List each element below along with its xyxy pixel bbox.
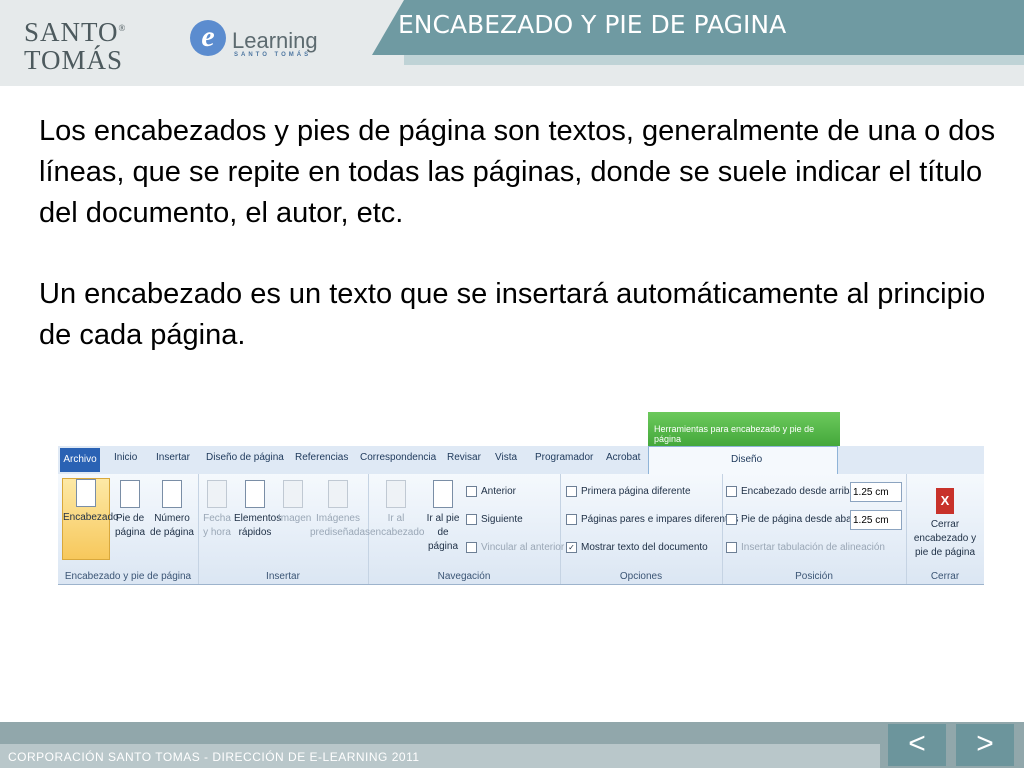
tab-programador[interactable]: Programador xyxy=(535,452,593,463)
tab-acrobat[interactable]: Acrobat xyxy=(606,452,640,463)
e-learning-logo-icon: e xyxy=(190,20,226,56)
quick-parts-icon xyxy=(245,480,265,508)
group-navigation: Ir al encabezado Ir al pie de página Ant… xyxy=(368,474,564,584)
go-to-header-button[interactable]: Ir al encabezado xyxy=(370,480,425,540)
tab-revisar[interactable]: Revisar xyxy=(447,452,481,463)
close-header-footer-button[interactable]: X Cerrar encabezado y pie de página xyxy=(908,488,982,560)
footer-from-bottom-spinner[interactable]: 1.25 cm xyxy=(850,510,902,530)
group-label: Cerrar xyxy=(930,571,960,582)
next-icon xyxy=(466,514,477,525)
group-label: Encabezado y pie de página xyxy=(64,571,192,582)
calendar-icon xyxy=(207,480,227,508)
picture-icon xyxy=(283,480,303,508)
group-label: Insertar xyxy=(266,571,300,582)
clip-art-button[interactable]: Imágenes prediseñadas xyxy=(310,480,370,540)
insert-alignment-tab-button[interactable]: Insertar tabulación de alineación xyxy=(726,542,885,553)
ribbon-panel: Encabezado Pie de página Número de págin… xyxy=(58,474,984,585)
header-position-icon xyxy=(726,486,737,497)
tab-diseno-pagina[interactable]: Diseño de página xyxy=(206,452,284,463)
page-number-button[interactable]: Número de página xyxy=(150,480,194,540)
different-odd-even-checkbox[interactable]: Páginas pares e impares diferentes xyxy=(566,514,738,525)
quick-parts-button[interactable]: Elementos rápidos xyxy=(234,480,281,540)
header-from-top-spinner[interactable]: 1.25 cm xyxy=(850,482,902,502)
e-learning-logo-text: Learning xyxy=(232,28,318,53)
show-document-text-checkbox[interactable]: ✓ Mostrar texto del documento xyxy=(566,542,708,553)
checkbox-icon xyxy=(566,514,577,525)
santo-tomas-logo: SANTO® TOMÁS xyxy=(24,17,127,75)
checkmark-icon: ✓ xyxy=(566,542,577,553)
previous-button[interactable]: Anterior xyxy=(466,486,516,497)
footer-button[interactable]: Pie de página xyxy=(112,480,148,540)
group-close: X Cerrar encabezado y pie de página Cerra… xyxy=(906,474,984,584)
next-slide-button[interactable]: > xyxy=(956,724,1014,766)
group-options: Primera página diferente Páginas pares e… xyxy=(560,474,738,584)
go-to-header-icon xyxy=(386,480,406,508)
slide-body: Los encabezados y pies de página son tex… xyxy=(39,111,999,396)
footer-icon xyxy=(120,480,140,508)
tab-vista[interactable]: Vista xyxy=(495,452,517,463)
group-label: Posición xyxy=(795,571,833,582)
go-to-footer-icon xyxy=(433,480,453,508)
footer-text: CORPORACIÓN SANTO TOMAS - DIRECCIÓN DE E… xyxy=(8,750,420,764)
title-band-stripe xyxy=(404,55,1024,65)
picture-button[interactable]: Imagen xyxy=(278,480,311,526)
tab-inicio[interactable]: Inicio xyxy=(114,452,137,463)
date-time-button[interactable]: Fecha y hora xyxy=(202,480,232,540)
group-position: Encabezado desde arriba: 1.25 cm Pie de … xyxy=(722,474,907,584)
header-button[interactable]: Encabezado xyxy=(62,478,119,560)
link-icon xyxy=(466,542,477,553)
previous-icon xyxy=(466,486,477,497)
tab-insertar[interactable]: Insertar xyxy=(156,452,190,463)
group-label: Navegación xyxy=(437,571,491,582)
paragraph-2: Un encabezado es un texto que se inserta… xyxy=(39,278,986,351)
paragraph-1: Los encabezados y pies de página son tex… xyxy=(39,115,996,229)
group-header-footer: Encabezado Pie de página Número de págin… xyxy=(58,474,199,584)
footer-position-icon xyxy=(726,514,737,525)
page-number-icon xyxy=(162,480,182,508)
ribbon-tab-row: Archivo Inicio Insertar Diseño de página… xyxy=(58,446,984,475)
e-learning-logo-subtitle: SANTO TOMÁS xyxy=(234,52,312,58)
link-to-previous-button[interactable]: Vincular al anterior xyxy=(466,542,564,553)
close-icon: X xyxy=(936,488,954,514)
tab-diseno[interactable]: Diseño xyxy=(648,446,838,475)
different-first-page-checkbox[interactable]: Primera página diferente xyxy=(566,486,691,497)
header-icon xyxy=(76,479,96,507)
tab-correspondencia[interactable]: Correspondencia xyxy=(360,452,436,463)
group-label: Opciones xyxy=(619,571,663,582)
group-insert: Fecha y hora Elementos rápidos Imagen Im… xyxy=(198,474,370,584)
tab-archivo[interactable]: Archivo xyxy=(60,448,100,472)
tab-referencias[interactable]: Referencias xyxy=(295,452,348,463)
slide-title: ENCABEZADO Y PIE DE PAGINA xyxy=(398,10,787,39)
header-from-top-label: Encabezado desde arriba: xyxy=(726,486,858,497)
next-button[interactable]: Siguiente xyxy=(466,514,523,525)
footer-from-bottom-label: Pie de página desde abajo: xyxy=(726,514,862,525)
word-ribbon-screenshot: Herramientas para encabezado y pie de pá… xyxy=(58,412,984,585)
clip-art-icon xyxy=(328,480,348,508)
alignment-tab-icon xyxy=(726,542,737,553)
context-tab-header-footer-tools: Herramientas para encabezado y pie de pá… xyxy=(648,412,840,446)
checkbox-icon xyxy=(566,486,577,497)
go-to-footer-button[interactable]: Ir al pie de página xyxy=(422,480,464,554)
previous-slide-button[interactable]: < xyxy=(888,724,946,766)
